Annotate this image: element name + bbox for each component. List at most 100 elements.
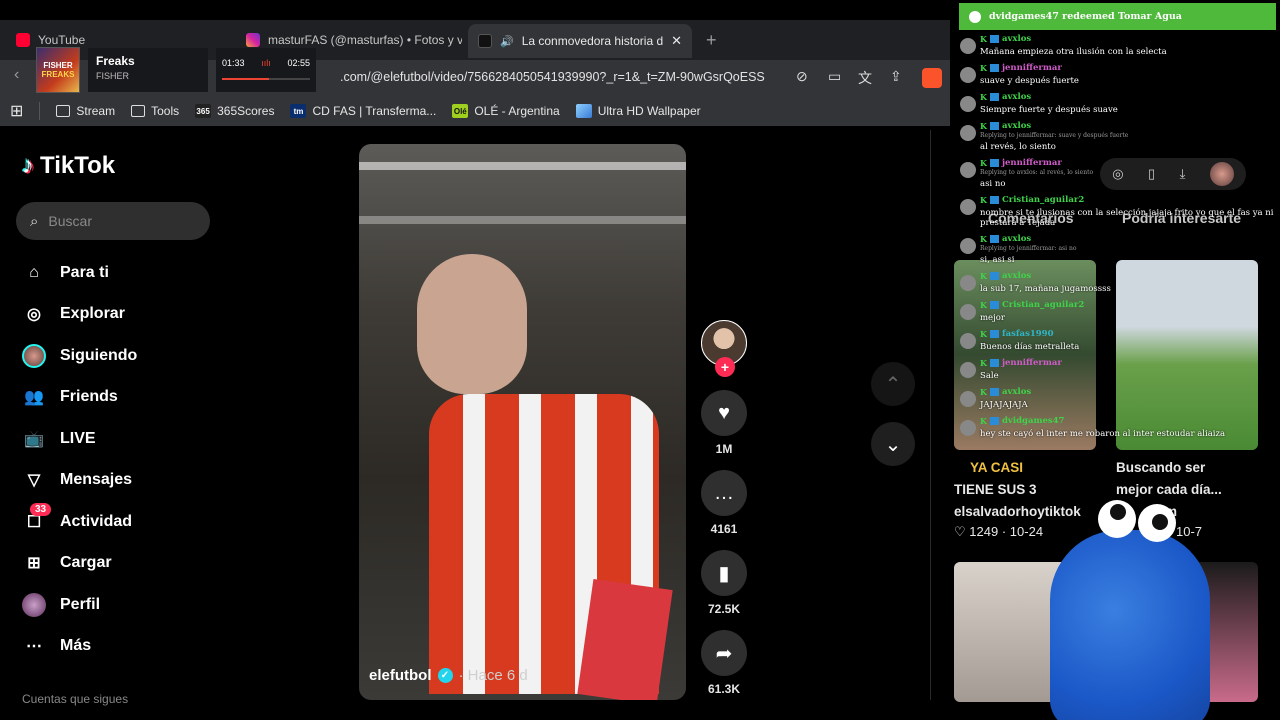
sidebar-item-label: Friends xyxy=(60,388,118,406)
chat-badge-icon xyxy=(989,159,999,167)
sidebar-item-explorar[interactable]: ◎ Explorar xyxy=(22,294,137,336)
creator-avatar[interactable]: + xyxy=(701,320,747,377)
new-tab-button[interactable]: + xyxy=(706,30,717,51)
chat-badge-icon xyxy=(989,196,999,204)
speaker-icon[interactable]: 🔊 xyxy=(500,35,514,48)
bookmark-wallpaper[interactable]: Ultra HD Wallpaper xyxy=(575,104,701,118)
chat-message: Kjenniffermar Sale xyxy=(958,358,1278,381)
video-player[interactable]: elefutbol ✓ · Hace 6 d xyxy=(359,144,686,700)
chat-badge-icon xyxy=(989,35,999,43)
tab-tiktok-active[interactable]: 🔊 La conmovedora historia de ✕ xyxy=(468,24,692,58)
chat-user-line: Kavxlos xyxy=(980,234,1278,244)
chat-user-line: Kavxlos xyxy=(980,34,1278,44)
mascot-eye xyxy=(1098,500,1136,538)
previous-video-button[interactable]: ⌃ xyxy=(871,362,915,406)
bookmark-transfermarkt[interactable]: tm CD FAS | Transferma... xyxy=(290,104,436,118)
mascot-pupil xyxy=(1110,504,1126,520)
sidebar-item-actividad[interactable]: ☐ 33 Actividad xyxy=(22,501,137,543)
close-tab-icon[interactable]: ✕ xyxy=(671,33,682,49)
bookmark-label: 365Scores xyxy=(217,104,275,118)
share-icon[interactable]: ⇪ xyxy=(890,68,902,85)
save-count: 72.5K xyxy=(707,602,741,616)
chat-text: JAJAJAJAJA xyxy=(980,400,1028,410)
sidebar-item-mensajes[interactable]: ▽ Mensajes xyxy=(22,460,137,502)
chat-avatar xyxy=(960,391,976,407)
chat-message: Kavxlos Replying to jenniffermar: suave y… xyxy=(958,121,1278,152)
sidebar-item-live[interactable]: 📺 LIVE xyxy=(22,418,137,460)
cast-icon[interactable]: ▭ xyxy=(828,68,841,85)
search-input[interactable]: ⌕ Buscar xyxy=(16,202,210,240)
bookmark-label: Ultra HD Wallpaper xyxy=(597,104,701,118)
following-avatar-icon xyxy=(22,343,46,368)
chat-avatar xyxy=(960,67,976,83)
chat-badge-icon: K xyxy=(980,271,987,281)
brave-shield-icon[interactable] xyxy=(922,68,942,88)
heart-icon[interactable]: ♥ xyxy=(701,390,747,436)
chat-badge-icon xyxy=(989,301,999,309)
bookmark-ole[interactable]: Olé OLÉ - Argentina xyxy=(452,104,560,118)
chat-avatar xyxy=(960,125,976,141)
chat-text: al revés, lo siento xyxy=(980,142,1056,152)
back-button[interactable]: ‹ xyxy=(14,66,19,84)
bookmark-365scores[interactable]: 365 365Scores xyxy=(195,104,274,118)
chat-message: Kavxlos la sub 17, mañana jugamossss xyxy=(958,271,1278,294)
chat-message: Kavxlos Mañana empieza otra ilusión con l… xyxy=(958,34,1278,57)
share-count: 61.3K xyxy=(707,682,741,696)
bookmark-tools[interactable]: Tools xyxy=(131,104,179,118)
upload-plus-icon: ⊞ xyxy=(27,555,41,573)
chat-username: avxlos xyxy=(1001,34,1032,44)
following-accounts-heading: Cuentas que sigues xyxy=(22,692,129,706)
next-video-button[interactable]: ⌄ xyxy=(871,422,915,466)
like-count: 1M xyxy=(715,442,733,456)
panel-divider xyxy=(930,130,931,700)
share-action[interactable]: ➦ 61.3K xyxy=(700,630,748,696)
suggested-likes: 1249 xyxy=(969,524,999,539)
chat-username: avxlos xyxy=(1001,121,1032,131)
tab-title: YouTube xyxy=(38,33,86,47)
chat-badge-icon: K xyxy=(980,92,987,102)
suggested-date: 10-24 xyxy=(1009,524,1044,539)
sidebar-item-mas[interactable]: ⋯ Más xyxy=(22,626,137,668)
sidebar-item-perfil[interactable]: Perfil xyxy=(22,584,137,626)
chat-username: jenniffermar xyxy=(1001,358,1062,368)
bookmark-stream[interactable]: Stream xyxy=(56,104,115,118)
like-action[interactable]: ♥ 1M xyxy=(700,390,748,456)
chat-text: asi no xyxy=(980,179,1006,189)
ceiling-light xyxy=(359,162,686,170)
track-info: Freaks FISHER xyxy=(88,48,208,92)
apps-grid-icon[interactable]: ⊞ xyxy=(10,101,23,121)
sidebar-item-label: Mensajes xyxy=(60,471,133,489)
comment-action[interactable]: … 4161 xyxy=(700,470,748,536)
sidebar-item-siguiendo[interactable]: Siguiendo xyxy=(22,335,137,377)
sidebar-item-cargar[interactable]: ⊞ Cargar xyxy=(22,543,137,585)
cover-text-top: FISHER xyxy=(43,61,73,70)
chat-badge-icon: K xyxy=(980,121,987,131)
comment-count: 4161 xyxy=(710,522,738,536)
chat-badge-icon xyxy=(989,417,999,425)
bookmark-icon[interactable]: ▮ xyxy=(701,550,747,596)
save-action[interactable]: ▮ 72.5K xyxy=(700,550,748,616)
translate-icon[interactable]: 文 xyxy=(858,68,872,88)
chat-badge-icon xyxy=(989,330,999,338)
friends-icon: 👥 xyxy=(24,389,44,407)
share-arrow-icon[interactable]: ➦ xyxy=(701,630,747,676)
chat-user-line: Kjenniffermar xyxy=(980,63,1278,73)
chat-text: Buenos días metralleta xyxy=(980,342,1080,352)
comment-icon[interactable]: … xyxy=(701,470,747,516)
video-author[interactable]: elefutbol ✓ · Hace 6 d xyxy=(369,667,528,684)
sidebar-item-para-ti[interactable]: ⌂ Para ti xyxy=(22,252,137,294)
home-icon: ⌂ xyxy=(29,263,39,281)
no-tracking-icon[interactable]: ⊘ xyxy=(796,68,808,85)
follow-plus-icon[interactable]: + xyxy=(715,357,735,377)
chat-text: Siempre fuerte y después suave xyxy=(980,105,1118,115)
chat-user-line: Kdvidgames47 xyxy=(980,416,1278,426)
bookmark-label: OLÉ - Argentina xyxy=(474,104,560,118)
tiktok-logo[interactable]: ♪ TikTok xyxy=(22,152,115,180)
sidebar-item-friends[interactable]: 👥 Friends xyxy=(22,377,137,419)
chat-text: nombre si te ilusionas con la selección … xyxy=(980,208,1274,228)
chat-badge-icon xyxy=(989,93,999,101)
sidebar-item-label: Para ti xyxy=(60,263,109,281)
chat-message: Kfasfas1990 Buenos días metralleta xyxy=(958,329,1278,352)
chat-message: K Cristian_aguilar2 nombre si te ilusionas… xyxy=(958,195,1278,228)
chat-avatar xyxy=(960,96,976,112)
